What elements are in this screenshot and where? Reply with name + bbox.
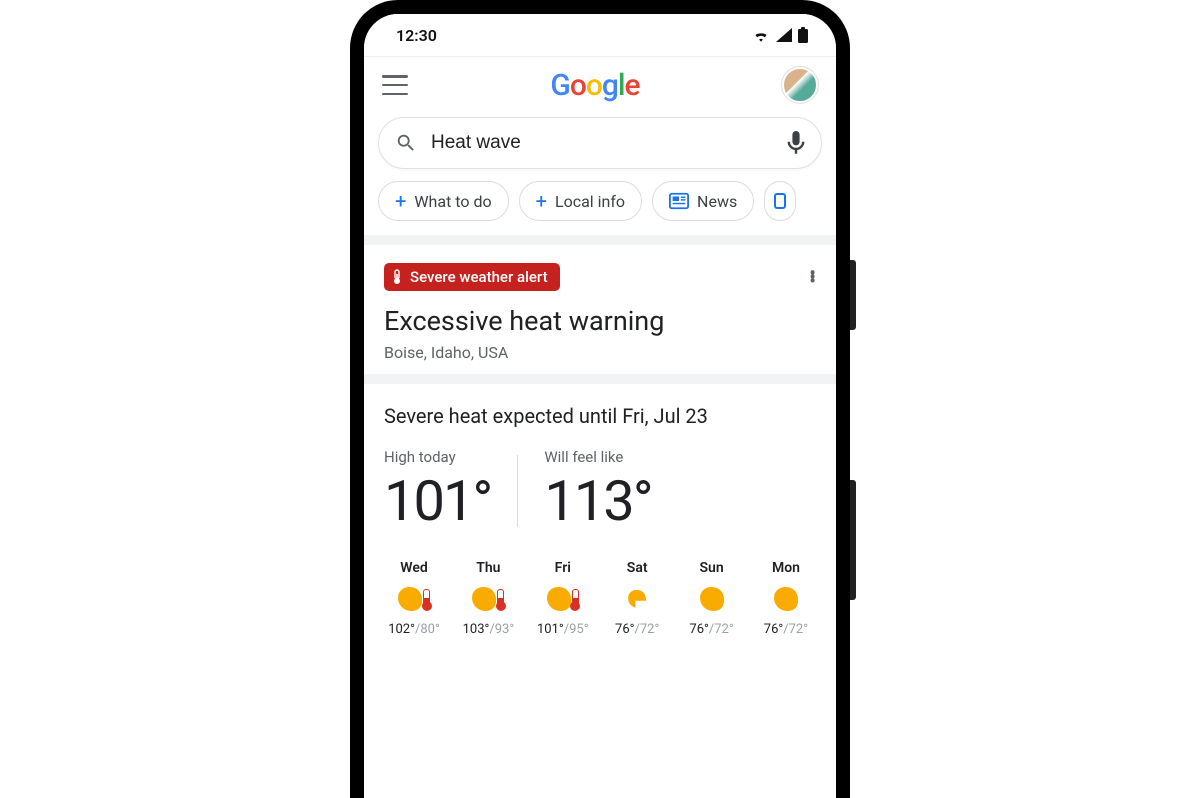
chip-label: News xyxy=(697,192,737,211)
sunny-icon xyxy=(680,584,744,614)
screen: 12:30 Google + xyxy=(364,14,836,798)
feels-like-block: Will feel like 113° xyxy=(544,448,651,534)
day-name: Sat xyxy=(605,560,669,576)
day-name: Mon xyxy=(754,560,818,576)
alert-title: Excessive heat warning xyxy=(384,305,816,337)
day-temps: 76°/72° xyxy=(605,622,669,637)
day-name: Sun xyxy=(680,560,744,576)
status-icons xyxy=(752,27,808,43)
day-name: Fri xyxy=(531,560,595,576)
signal-icon xyxy=(776,28,792,42)
wifi-icon xyxy=(752,28,770,42)
temps-row: High today 101° Will feel like 113° xyxy=(364,442,836,554)
hot-weather-icon xyxy=(531,584,595,614)
avatar[interactable] xyxy=(782,67,818,103)
chips-row[interactable]: + What to do + Local info News xyxy=(364,181,836,235)
forecast-day[interactable]: Fri 101°/95° xyxy=(531,560,595,637)
plus-icon: + xyxy=(395,191,406,211)
news-icon xyxy=(669,192,689,210)
feel-value: 113° xyxy=(544,468,651,534)
chip-overflow[interactable] xyxy=(764,181,796,221)
alert-pill-label: Severe weather alert xyxy=(410,268,548,286)
day-temps: 103°/93° xyxy=(456,622,520,637)
search-input[interactable] xyxy=(431,132,773,154)
plus-icon: + xyxy=(536,191,547,211)
high-label: High today xyxy=(384,448,491,466)
high-today-block: High today 101° xyxy=(384,448,491,534)
search-icon xyxy=(395,132,417,154)
forecast-day[interactable]: Sun 76°/72° xyxy=(680,560,744,637)
google-logo[interactable]: Google xyxy=(550,68,639,103)
feel-label: Will feel like xyxy=(544,448,651,466)
day-temps: 76°/72° xyxy=(754,622,818,637)
day-temps: 76°/72° xyxy=(680,622,744,637)
alert-location: Boise, Idaho, USA xyxy=(384,343,816,362)
kebab-menu[interactable]: ••• xyxy=(809,271,816,283)
status-time: 12:30 xyxy=(396,26,437,45)
more-icon xyxy=(773,192,787,210)
day-temps: 101°/95° xyxy=(531,622,595,637)
side-button xyxy=(850,480,856,600)
forecast-day[interactable]: Thu 103°/93° xyxy=(456,560,520,637)
forecast-day[interactable]: Mon 76°/72° xyxy=(754,560,818,637)
mic-icon[interactable] xyxy=(787,131,805,155)
section-divider xyxy=(364,235,836,245)
hot-weather-icon xyxy=(456,584,520,614)
forecast-heading: Severe heat expected until Fri, Jul 23 xyxy=(364,384,836,442)
chip-label: What to do xyxy=(414,192,491,211)
section-divider xyxy=(364,374,836,384)
battery-icon xyxy=(798,27,808,43)
chip-what-to-do[interactable]: + What to do xyxy=(378,181,509,221)
search-bar[interactable] xyxy=(378,117,822,169)
day-name: Thu xyxy=(456,560,520,576)
high-value: 101° xyxy=(384,468,491,534)
chip-news[interactable]: News xyxy=(652,181,754,221)
sunny-icon xyxy=(754,584,818,614)
phone-frame: 12:30 Google + xyxy=(350,0,850,798)
alert-pill[interactable]: Severe weather alert xyxy=(384,263,560,291)
partly-cloudy-icon xyxy=(605,584,669,614)
hot-weather-icon xyxy=(382,584,446,614)
vertical-separator xyxy=(517,455,518,527)
chip-label: Local info xyxy=(555,192,625,211)
status-bar: 12:30 xyxy=(364,14,836,56)
alert-card: Severe weather alert ••• Excessive heat … xyxy=(364,245,836,374)
days-row[interactable]: Wed 102°/80° Thu 103°/93° Fri 101°/95° Sat 76°/… xyxy=(364,554,836,647)
side-button xyxy=(850,260,856,330)
forecast-day[interactable]: Wed 102°/80° xyxy=(382,560,446,637)
menu-icon[interactable] xyxy=(382,75,408,95)
day-name: Wed xyxy=(382,560,446,576)
thermometer-icon xyxy=(392,269,402,285)
day-temps: 102°/80° xyxy=(382,622,446,637)
app-header: Google xyxy=(364,56,836,111)
chip-local-info[interactable]: + Local info xyxy=(519,181,642,221)
forecast-day[interactable]: Sat 76°/72° xyxy=(605,560,669,637)
